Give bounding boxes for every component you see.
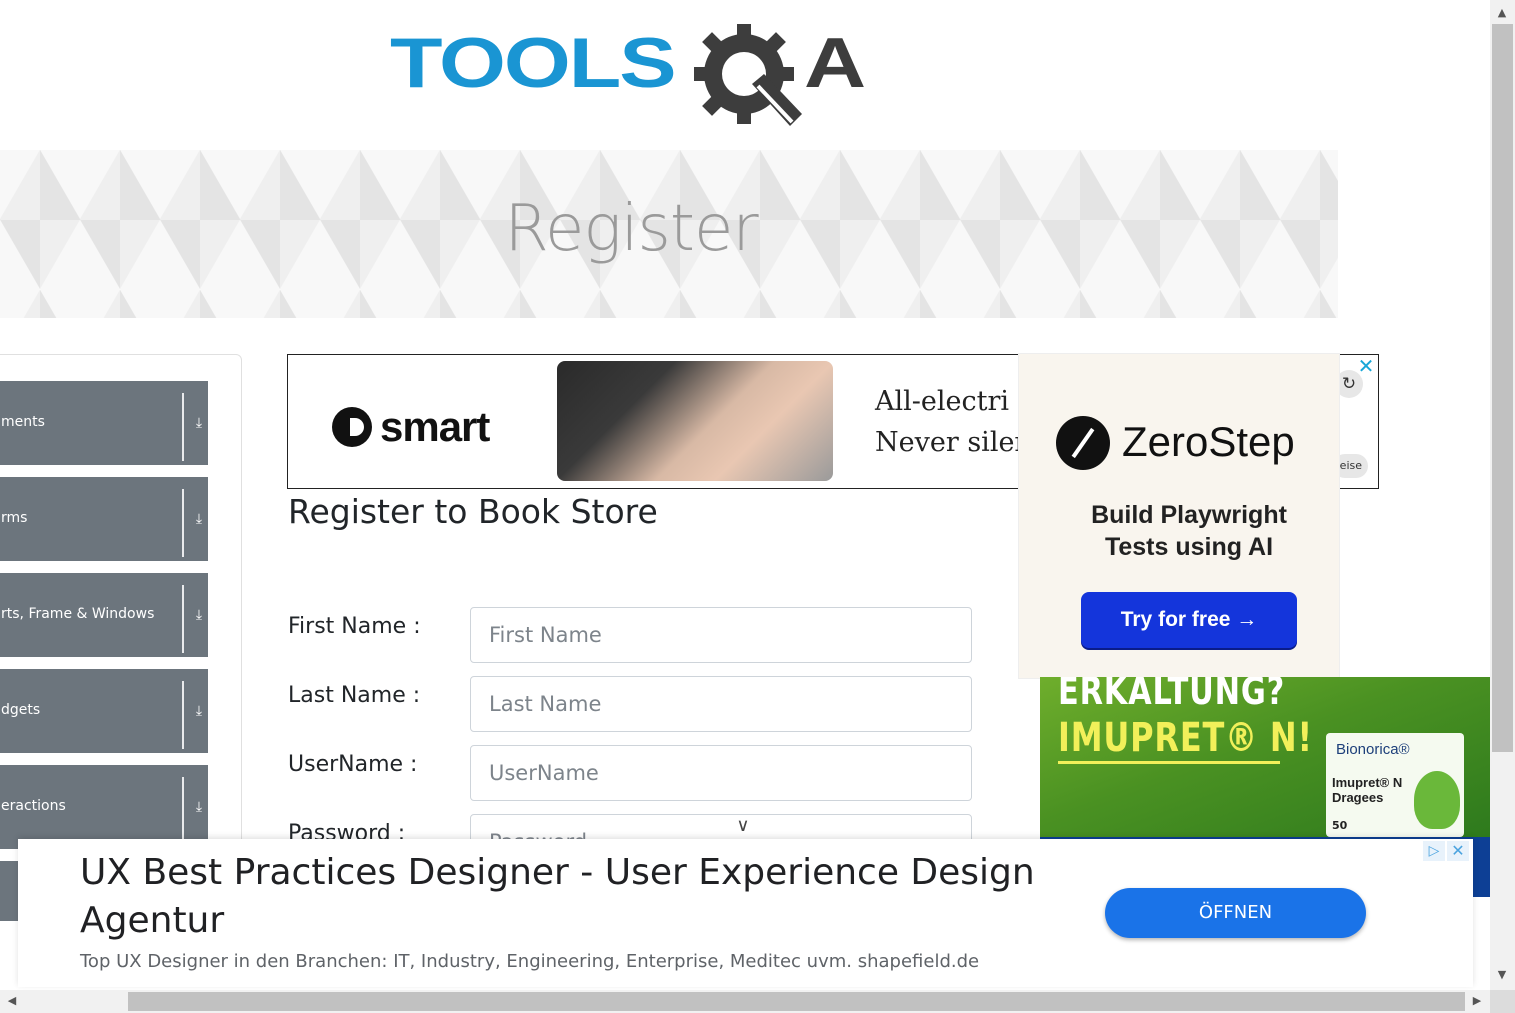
scrollbar-corner [1490, 990, 1515, 1013]
package-count: 50 [1332, 819, 1348, 832]
logo-text-a: A [804, 23, 867, 103]
ad-copy-line: All-electri [875, 386, 1009, 417]
sidebar-group-label: dgets [1, 702, 41, 718]
divider [182, 489, 184, 557]
ad-photo [557, 361, 833, 481]
divider [182, 393, 184, 461]
ad-bottom-banner[interactable]: UX Best Practices Designer - User Experi… [18, 839, 1473, 987]
tagline-line: Tests using AI [1104, 533, 1274, 561]
last-name-input[interactable] [470, 676, 972, 732]
horizontal-scrollbar-thumb[interactable] [128, 992, 1465, 1011]
sidebar-group-label: rms [1, 510, 28, 526]
zerostep-tagline: Build Playwright Tests using AI [1019, 499, 1359, 563]
download-icon[interactable]: ⤓ [191, 415, 207, 433]
chevron-down-icon[interactable]: ∨ [732, 817, 754, 835]
first-name-label: First Name : [288, 614, 421, 639]
ad-title[interactable]: UX Best Practices Designer - User Experi… [80, 849, 1080, 945]
smart-logo: smart [332, 403, 490, 451]
ad-description: Top UX Designer in den Branchen: IT, Ind… [80, 951, 980, 972]
product-package: Bionorica® Imupret® N Dragees 50 [1326, 733, 1464, 837]
ad-close-icon[interactable]: ✕ [1447, 841, 1469, 861]
smart-logo-icon [332, 407, 372, 447]
ad-headline: ERKALTUNG? [1058, 677, 1286, 713]
sidebar-group-widgets[interactable]: dgets ⤓ [0, 669, 208, 753]
sidebar-group-label: rts, Frame & Windows [1, 606, 155, 622]
scroll-up-icon[interactable]: ▲ [1494, 6, 1510, 20]
ad-close-icon[interactable]: ✕ [1357, 356, 1375, 376]
bionorica-brand: Bionorica® [1336, 741, 1410, 758]
download-icon[interactable]: ⤓ [191, 703, 207, 721]
sidebar-group-forms[interactable]: rms ⤓ [0, 477, 208, 561]
zerostep-brand: ZeroStep [1122, 418, 1295, 465]
download-icon[interactable]: ⤓ [191, 607, 207, 625]
ad-copy-line: Never siler [875, 427, 1028, 458]
download-icon[interactable]: ⤓ [191, 511, 207, 529]
tagline-line: Build Playwright [1091, 501, 1287, 529]
first-name-input[interactable] [470, 607, 972, 663]
vertical-scrollbar-thumb[interactable] [1492, 24, 1513, 752]
scroll-down-icon[interactable]: ▼ [1494, 968, 1510, 982]
refresh-icon[interactable]: ↻ [1335, 370, 1363, 398]
zerostep-logo-icon [1056, 416, 1110, 470]
ad-imupret[interactable]: ERKALTUNG? IMUPRET® N! Bionorica® Imupre… [1040, 677, 1490, 837]
logo-text-tools: TOOLS [390, 23, 677, 103]
sidebar-group-label: eractions [1, 798, 66, 814]
divider [182, 777, 184, 845]
smart-brand-text: smart [380, 403, 490, 450]
try-for-free-button[interactable]: Try for free → [1081, 592, 1297, 648]
divider [182, 585, 184, 653]
username-label: UserName : [288, 752, 418, 777]
sidebar-group-label: ments [1, 414, 45, 430]
sidebar-group-elements[interactable]: ments ⤓ [0, 381, 208, 465]
scroll-left-icon[interactable]: ◀ [4, 994, 20, 1008]
ad-choices-icon[interactable]: ▷ [1423, 841, 1445, 861]
toolsqa-logo[interactable]: TOOLS A [390, 22, 880, 137]
divider [1058, 761, 1280, 764]
divider [182, 681, 184, 749]
sidebar-group-interactions[interactable]: eractions ⤓ [0, 765, 208, 849]
last-name-label: Last Name : [288, 683, 421, 708]
download-icon[interactable]: ⤓ [191, 799, 207, 817]
ad-product-headline: IMUPRET® N! [1058, 715, 1313, 761]
page-banner: Register [0, 150, 1338, 318]
form-heading: Register to Book Store [288, 492, 658, 531]
ad-copy: All-electri Never siler [875, 381, 1027, 463]
open-button[interactable]: ÖFFNEN [1105, 888, 1366, 938]
product-name: Imupret® N Dragees [1332, 775, 1403, 805]
scroll-right-icon[interactable]: ▶ [1469, 994, 1485, 1008]
gear-q-icon [694, 24, 802, 126]
sidebar: ments ⤓ rms ⤓ rts, Frame & Windows ⤓ dge… [0, 354, 242, 921]
username-input[interactable] [470, 745, 972, 801]
leaf-icon [1414, 771, 1460, 829]
sidebar-group-alerts-frame-windows[interactable]: rts, Frame & Windows ⤓ [0, 573, 208, 657]
page-title: Register [504, 192, 758, 266]
ad-zerostep[interactable]: ZeroStep Build Playwright Tests using AI… [1019, 354, 1339, 678]
